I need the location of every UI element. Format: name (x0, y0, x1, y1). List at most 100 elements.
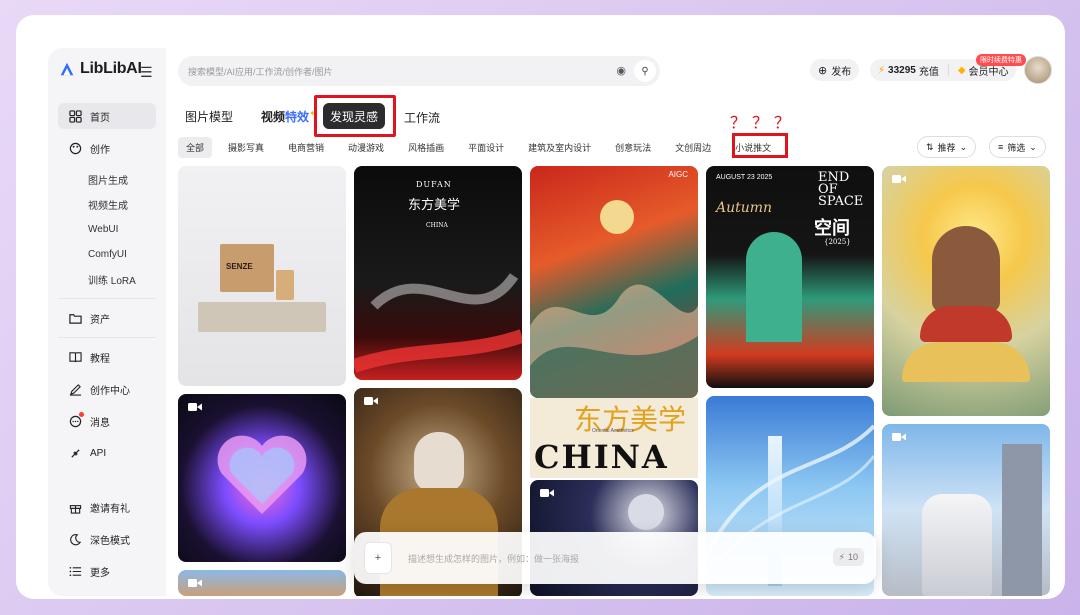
video-icon (188, 579, 202, 587)
building (1002, 444, 1042, 596)
chevron-down-icon: ⌄ (1029, 141, 1037, 152)
logo[interactable]: LibLibAI (58, 60, 142, 78)
filter-dropdown[interactable]: ≡ 筛选 ⌄ (989, 136, 1046, 158)
planet (628, 494, 664, 530)
category-graphic-design[interactable]: 平面设计 (468, 141, 504, 154)
smoke-swirl (354, 273, 522, 373)
bolt-icon: ⚡ (878, 64, 886, 76)
sidebar-item-label: 资产 (90, 314, 110, 326)
app-window: LibLibAI ☰ 首页 创作 图片生成 视频生成 WebUI ComfyUI… (16, 15, 1065, 599)
sidebar-sub-image-gen[interactable]: 图片生成 (58, 167, 156, 192)
gallery-item-text[interactable]: 东方美学 Oriental Aesthetics CHINA (530, 398, 698, 478)
sidebar-item-more[interactable]: 更多 (58, 558, 156, 584)
poster-en-title: CHINA (534, 438, 669, 476)
poster-mountains (530, 284, 698, 398)
credits-separator (947, 64, 949, 76)
search-icon[interactable]: ⚲ (634, 60, 656, 82)
chevron-down-icon: ⌄ (959, 141, 968, 152)
search-bar[interactable]: 搜索模型/AI应用/工作流/创作者/图片 ◉ ⚲ (178, 56, 660, 86)
tab-image-model[interactable]: 图片模型 (185, 108, 233, 125)
poster-subtitle: CHINA (426, 222, 448, 229)
gallery-item[interactable] (882, 166, 1050, 416)
sidebar-item-label: 消息 (90, 417, 110, 429)
tab-workflow[interactable]: 工作流 (404, 109, 440, 126)
video-icon (892, 433, 906, 441)
credits-value: 33295 (888, 64, 916, 76)
sidebar-item-api[interactable]: API (58, 440, 156, 466)
sidebar-sub-webui[interactable]: WebUI (58, 217, 156, 242)
sidebar-item-create[interactable]: 创作 (58, 135, 156, 161)
sidebar-sub-train-lora[interactable]: 训练 LoRA (58, 267, 156, 292)
sidebar-divider (58, 337, 156, 338)
tab-video-effects[interactable]: 视频特效✦ (261, 108, 316, 125)
poster-year: {2025} (824, 238, 851, 246)
sidebar-item-invite[interactable]: 邀请有礼 (58, 494, 156, 520)
poster-small-text: Oriental Aesthetics (592, 428, 634, 434)
home-icon (68, 109, 82, 123)
category-photography[interactable]: 摄影写真 (228, 141, 264, 154)
sidebar-item-home[interactable]: 首页 (58, 103, 156, 129)
sidebar-item-messages[interactable]: 消息 (58, 408, 156, 434)
gallery-item[interactable]: AIGC (530, 166, 698, 398)
category-architecture[interactable]: 建筑及室内设计 (528, 141, 591, 154)
filter-label: 筛选 (1007, 142, 1026, 153)
camera-icon[interactable]: ◉ (616, 64, 626, 77)
list-icon (68, 564, 82, 578)
poster-arch (746, 232, 802, 342)
poster-date: AUGUST 23 2025 (716, 174, 773, 181)
sidebar-item-label: 教程 (90, 353, 110, 365)
video-icon (188, 403, 202, 411)
product-brand: SENZE (226, 262, 253, 271)
category-ecommerce[interactable]: 电商营销 (288, 141, 324, 154)
publish-button[interactable]: ⊕ 发布 (810, 59, 860, 81)
recharge-label[interactable]: 充值 (919, 63, 939, 78)
tab-video-text: 视频 (261, 110, 286, 124)
category-anime-games[interactable]: 动漫游戏 (348, 141, 384, 154)
notification-dot (79, 412, 84, 417)
sidebar-divider (58, 298, 156, 299)
sidebar-item-creator-center[interactable]: 创作中心 (58, 376, 156, 402)
category-creative[interactable]: 创意玩法 (615, 141, 651, 154)
sidebar-sub-comfyui[interactable]: ComfyUI (58, 242, 156, 267)
credit-cost-value: 10 (847, 552, 858, 562)
gallery-item[interactable]: SENZE (178, 166, 346, 386)
add-image-button[interactable]: + (364, 542, 392, 574)
category-bar: 全部 摄影写真 电商营销 动漫游戏 风格插画 平面设计 建筑及室内设计 创意玩法… (178, 136, 795, 158)
sidebar-item-label: 创作中心 (90, 385, 130, 397)
poster-en-title: END OF SPACE (818, 170, 864, 209)
gallery-item[interactable] (882, 424, 1050, 596)
app-card: LibLibAI ☰ 首页 创作 图片生成 视频生成 WebUI ComfyUI… (48, 48, 1054, 596)
sidebar-item-label: 首页 (90, 112, 110, 124)
sort-dropdown[interactable]: ⇅ 推荐 ⌄ (917, 136, 977, 158)
sidebar-sub-video-gen[interactable]: 视频生成 (58, 192, 156, 217)
sidebar-item-tutorial[interactable]: 教程 (58, 344, 156, 370)
gift-icon (68, 500, 82, 514)
book-icon (68, 350, 82, 364)
category-merch[interactable]: 文创周边 (675, 141, 711, 154)
video-icon (540, 489, 554, 497)
sidebar-item-dark-mode[interactable]: 深色模式 (58, 526, 156, 552)
category-illustration[interactable]: 风格插画 (408, 141, 444, 154)
avatar[interactable] (1024, 56, 1052, 84)
promo-badge: 限时续费特惠 (976, 54, 1026, 66)
filter-icon: ≡ (998, 142, 1004, 152)
api-icon (68, 446, 82, 460)
gallery-item[interactable] (178, 394, 346, 562)
product-stationery (198, 302, 326, 332)
moon-icon (68, 532, 82, 546)
sidebar-item-label: API (90, 447, 107, 459)
video-icon (364, 397, 378, 405)
menu-toggle-icon[interactable]: ☰ (140, 64, 153, 81)
gallery-item[interactable]: DUFAN 东方美学 CHINA (354, 166, 522, 380)
sidebar-item-assets[interactable]: 资产 (58, 305, 156, 331)
diamond-icon: ◆ (957, 64, 966, 76)
poster-moon (600, 200, 634, 234)
prompt-input[interactable]: 描述想生成怎样的图片，例如：做一张海报 (408, 552, 579, 565)
product-cup (276, 270, 294, 300)
gallery-item[interactable] (178, 570, 346, 596)
gallery-item[interactable]: AUGUST 23 2025 END OF SPACE 空间 {2025} Au… (706, 166, 874, 388)
category-all[interactable]: 全部 (178, 136, 213, 158)
video-icon (892, 175, 906, 183)
prompt-bar[interactable]: + 描述想生成怎样的图片，例如：做一张海报 ⚡ 10 (354, 532, 876, 584)
pen-icon (68, 382, 82, 396)
